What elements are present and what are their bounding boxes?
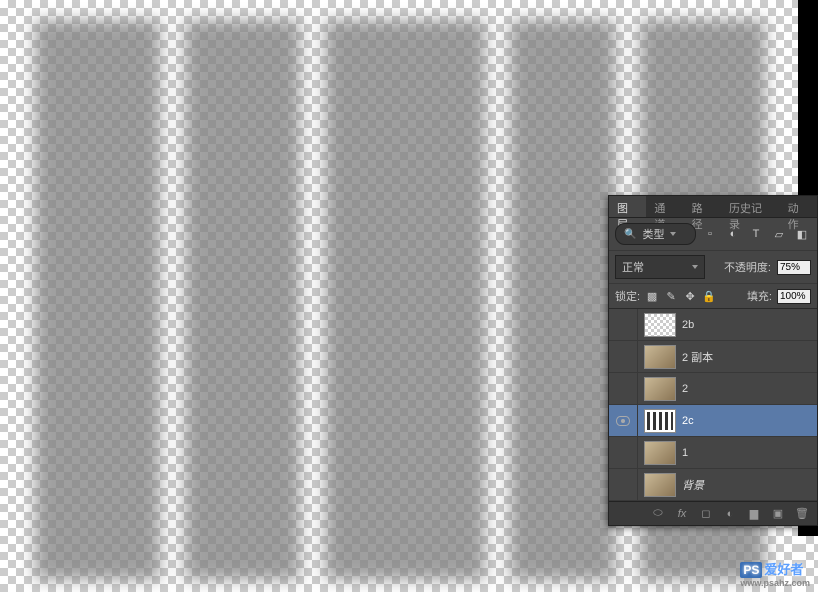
tab-channels[interactable]: 通道	[646, 196, 683, 217]
opacity-input[interactable]: 75%	[777, 260, 811, 275]
adjustment-icon[interactable]: ◐	[723, 507, 737, 521]
fill-input[interactable]: 100%	[777, 289, 811, 304]
visibility-toggle[interactable]	[609, 416, 637, 426]
lock-row: 锁定: ▩ ✎ ✥ 🔒 填充: 100%	[609, 284, 817, 309]
blend-row: 正常 不透明度: 75%	[609, 251, 817, 284]
tab-history[interactable]: 历史记录	[721, 196, 780, 217]
lock-position-icon[interactable]: ✥	[683, 289, 697, 303]
layer-thumbnail[interactable]	[644, 473, 676, 497]
layer-thumbnail[interactable]	[644, 409, 676, 433]
layer-list: 2b 2 副本 2 2c 1	[609, 309, 817, 501]
content-bar-4	[510, 20, 615, 580]
layer-name: 背景	[682, 477, 704, 493]
lock-all-icon[interactable]: 🔒	[702, 289, 716, 303]
watermark-url: www.psahz.com	[740, 578, 810, 588]
layer-name: 2 副本	[682, 349, 713, 365]
layer-thumbnail[interactable]	[644, 345, 676, 369]
layer-name: 2c	[682, 415, 694, 427]
lock-label: 锁定:	[615, 288, 640, 304]
panel-tabs: 图层 通道 路径 历史记录 动作	[609, 196, 817, 218]
watermark-logo: PS	[740, 562, 762, 578]
filter-row: 🔍 类型 ▫ ◐ T ▱ ◧	[609, 218, 817, 251]
filter-type-icon[interactable]: T	[747, 225, 765, 243]
filter-kind-select[interactable]: 🔍 类型	[615, 223, 696, 245]
layer-row[interactable]: 2 副本	[609, 341, 817, 373]
chevron-down-icon	[692, 265, 698, 269]
tab-actions[interactable]: 动作	[780, 196, 817, 217]
panel-footer: ⬭ fx ◻ ◐ ▆ ▣ 🗑	[609, 501, 817, 525]
filter-pixel-icon[interactable]: ▫	[701, 225, 719, 243]
fx-icon[interactable]: fx	[675, 507, 689, 521]
blend-mode-value: 正常	[622, 259, 644, 275]
layer-row[interactable]: 2c	[609, 405, 817, 437]
blend-mode-select[interactable]: 正常	[615, 255, 705, 279]
layers-panel: 图层 通道 路径 历史记录 动作 🔍 类型 ▫ ◐ T ▱ ◧ 正常 不透明度:…	[608, 195, 818, 526]
filter-adjustment-icon[interactable]: ◐	[724, 225, 742, 243]
layer-name: 2b	[682, 319, 694, 331]
mask-icon[interactable]: ◻	[699, 507, 713, 521]
group-icon[interactable]: ▆	[747, 507, 761, 521]
layer-name: 1	[682, 447, 688, 459]
tab-paths[interactable]: 路径	[684, 196, 721, 217]
tab-layers[interactable]: 图层	[609, 196, 646, 217]
layer-name: 2	[682, 383, 688, 395]
layer-thumbnail[interactable]	[644, 377, 676, 401]
chevron-down-icon	[670, 232, 676, 236]
fill-label: 填充:	[747, 288, 772, 304]
watermark-text: 爱好者	[764, 562, 803, 577]
content-bar-1	[35, 20, 160, 580]
layer-row[interactable]: 背景	[609, 469, 817, 501]
layer-row[interactable]: 1	[609, 437, 817, 469]
watermark: PS爱好者 www.psahz.com	[740, 559, 810, 588]
content-bar-2	[185, 20, 300, 580]
link-layers-icon[interactable]: ⬭	[651, 507, 665, 521]
content-bar-3	[325, 20, 485, 580]
delete-icon[interactable]: 🗑	[795, 507, 809, 521]
filter-smart-icon[interactable]: ◧	[793, 225, 811, 243]
filter-shape-icon[interactable]: ▱	[770, 225, 788, 243]
lock-transparency-icon[interactable]: ▩	[645, 289, 659, 303]
new-layer-icon[interactable]: ▣	[771, 507, 785, 521]
layer-thumbnail[interactable]	[644, 441, 676, 465]
opacity-label: 不透明度:	[724, 259, 771, 275]
layer-thumbnail[interactable]	[644, 313, 676, 337]
search-icon: 🔍	[624, 229, 636, 240]
layer-row[interactable]: 2b	[609, 309, 817, 341]
layer-row[interactable]: 2	[609, 373, 817, 405]
lock-paint-icon[interactable]: ✎	[664, 289, 678, 303]
eye-icon	[616, 416, 630, 426]
filter-kind-label: 类型	[642, 226, 664, 242]
